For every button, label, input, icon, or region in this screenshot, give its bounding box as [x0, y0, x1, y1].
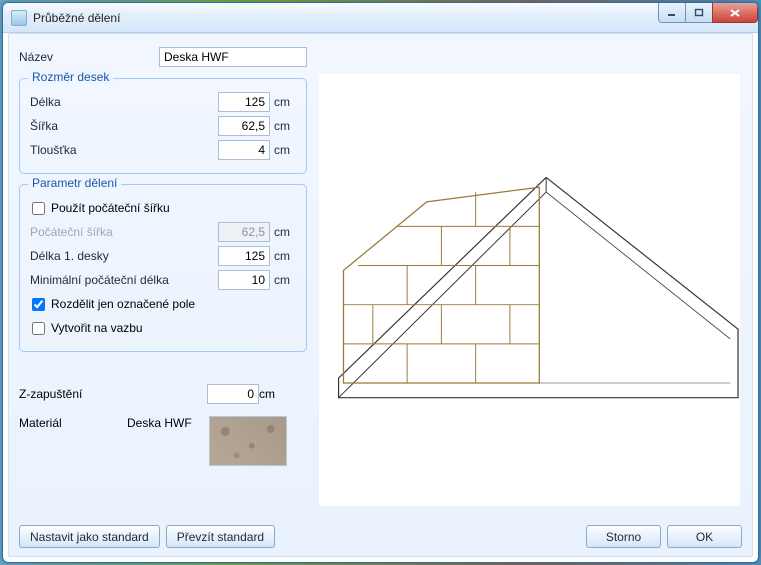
maximize-button[interactable]: [685, 3, 713, 23]
min-start-unit: cm: [274, 273, 296, 287]
length-unit: cm: [274, 95, 296, 109]
preview-svg: [319, 74, 740, 506]
name-input[interactable]: [159, 47, 307, 67]
material-swatch[interactable]: [209, 416, 287, 466]
dialog-window: Průběžné dělení Název Rozměr desek Délka: [2, 2, 759, 563]
material-value: Deska HWF: [127, 416, 209, 430]
z-offset-unit: cm: [259, 387, 275, 401]
bottom-bar: Nastavit jako standard Převzít standard …: [19, 525, 742, 548]
app-icon: [11, 10, 27, 26]
client-area: Název Rozměr desek Délka cm Šířka cm Tlo…: [8, 33, 753, 557]
thickness-label: Tloušťka: [30, 143, 218, 157]
minimize-button[interactable]: [658, 3, 686, 23]
width-input[interactable]: [218, 116, 270, 136]
name-row: Název: [19, 46, 307, 68]
material-row: Materiál Deska HWF: [19, 416, 307, 466]
length-input[interactable]: [218, 92, 270, 112]
on-bond-label: Vytvořit na vazbu: [51, 321, 143, 335]
width-label: Šířka: [30, 119, 218, 133]
start-width-input: [218, 222, 270, 242]
ok-button[interactable]: OK: [667, 525, 742, 548]
first-length-label: Délka 1. desky: [30, 249, 218, 263]
window-title: Průběžné dělení: [33, 11, 120, 25]
window-controls: [659, 3, 758, 23]
material-label: Materiál: [19, 416, 127, 430]
thickness-unit: cm: [274, 143, 296, 157]
z-offset-label: Z-zapuštění: [19, 387, 207, 401]
length-label: Délka: [30, 95, 218, 109]
left-panel: Název Rozměr desek Délka cm Šířka cm Tlo…: [19, 44, 307, 466]
take-standard-button[interactable]: Převzít standard: [166, 525, 275, 548]
only-marked-label: Rozdělit jen označené pole: [51, 297, 195, 311]
name-label: Název: [19, 50, 159, 64]
min-start-label: Minimální počáteční délka: [30, 273, 218, 287]
cancel-button[interactable]: Storno: [586, 525, 661, 548]
titlebar[interactable]: Průběžné dělení: [3, 3, 758, 33]
only-marked-checkbox[interactable]: [32, 298, 45, 311]
dimensions-group: Rozměr desek Délka cm Šířka cm Tloušťka …: [19, 78, 307, 174]
start-width-label: Počáteční šířka: [30, 225, 218, 239]
first-length-input[interactable]: [218, 246, 270, 266]
params-group: Parametr dělení Použít počáteční šířku P…: [19, 184, 307, 352]
set-standard-button[interactable]: Nastavit jako standard: [19, 525, 160, 548]
close-button[interactable]: [712, 3, 758, 23]
min-start-input[interactable]: [218, 270, 270, 290]
z-offset-input[interactable]: [207, 384, 259, 404]
params-legend: Parametr dělení: [28, 176, 121, 190]
preview-3d[interactable]: [319, 74, 740, 506]
width-unit: cm: [274, 119, 296, 133]
first-length-unit: cm: [274, 249, 296, 263]
thickness-input[interactable]: [218, 140, 270, 160]
use-start-width-checkbox[interactable]: [32, 202, 45, 215]
on-bond-checkbox[interactable]: [32, 322, 45, 335]
start-width-unit: cm: [274, 225, 296, 239]
dimensions-legend: Rozměr desek: [28, 70, 113, 84]
z-offset-row: Z-zapuštění cm: [19, 384, 307, 404]
use-start-width-label: Použít počáteční šířku: [51, 201, 170, 215]
